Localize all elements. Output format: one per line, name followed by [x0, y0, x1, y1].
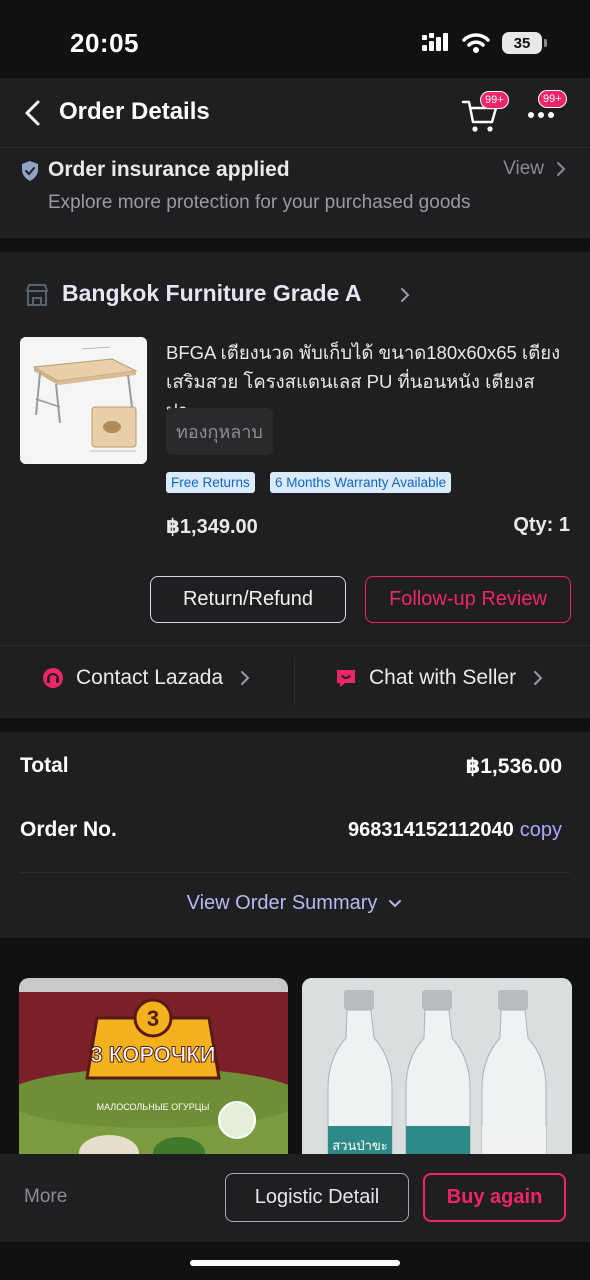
product-qty: Qty: 1: [513, 514, 570, 536]
chat-with-seller-button[interactable]: Chat with Seller: [335, 666, 544, 690]
more-dots-icon: [528, 112, 554, 118]
headset-icon: [43, 668, 63, 688]
app-header: Order Details 99+ 99+: [0, 78, 590, 148]
chevron-right-icon: [557, 162, 566, 176]
store-icon: [26, 284, 48, 306]
recommendation-card[interactable]: 3 3 КОРОЧКИ МАЛОСОЛЬНЫЕ ОГУРЦЫ: [19, 978, 288, 1168]
recommendation-card[interactable]: สวนป่าขะ: [302, 978, 572, 1168]
snack-subtitle-text: МАЛОСОЛЬНЫЕ ОГУРЦЫ: [97, 1102, 210, 1112]
signal-icon: [422, 33, 448, 51]
chevron-right-icon: [241, 671, 250, 685]
shield-icon: [22, 161, 38, 181]
chevron-down-icon: [389, 899, 402, 907]
view-order-summary-label: View Order Summary: [186, 892, 378, 914]
chevron-right-icon: [534, 671, 543, 685]
contact-lazada-button[interactable]: Contact Lazada: [42, 666, 251, 690]
logistic-detail-button[interactable]: Logistic Detail: [225, 1173, 409, 1222]
bottle-label-text: สวนป่าขะ: [332, 1139, 388, 1154]
bottom-action-bar: More Logistic Detail Buy again: [0, 1154, 590, 1242]
copy-button[interactable]: copy: [520, 819, 562, 842]
order-number-label: Order No.: [20, 818, 117, 841]
snack-brand-number: 3: [147, 1006, 159, 1031]
card-divider: [0, 645, 590, 646]
more-badge: 99+: [538, 90, 567, 108]
follow-up-review-button[interactable]: Follow-up Review: [365, 576, 571, 623]
order-number-row: 968314152112040 copy: [348, 819, 562, 842]
order-number-value: 968314152112040: [348, 819, 514, 841]
buy-again-button[interactable]: Buy again: [423, 1173, 566, 1222]
bottles-image: สวนป่าขะ: [302, 978, 572, 1168]
home-indicator: [190, 1260, 400, 1266]
insurance-view-label: View: [503, 158, 544, 179]
totals-divider: [20, 872, 570, 873]
more-link[interactable]: More: [24, 1186, 67, 1208]
snack-brand-text: 3 КОРОЧКИ: [90, 1042, 215, 1067]
more-menu-button[interactable]: 99+: [526, 90, 567, 128]
insurance-title: Order insurance applied: [48, 158, 290, 181]
status-time: 20:05: [70, 28, 139, 58]
contact-lazada-label: Contact Lazada: [76, 666, 224, 689]
total-value: ฿1,536.00: [465, 755, 562, 778]
battery-icon: 35: [502, 32, 547, 54]
chat-with-seller-label: Chat with Seller: [369, 666, 517, 689]
store-name[interactable]: Bangkok Furniture Grade A: [62, 280, 361, 307]
contact-divider: [294, 657, 295, 705]
total-label: Total: [20, 754, 69, 777]
view-order-summary-button[interactable]: View Order Summary: [0, 892, 590, 915]
chevron-right-icon[interactable]: [398, 286, 412, 304]
wifi-icon: [462, 33, 490, 53]
page-title: Order Details: [59, 98, 210, 125]
order-totals: Total ฿1,536.00 Order No. 96831415211204…: [0, 732, 590, 938]
chat-icon: [337, 670, 355, 687]
insurance-banner[interactable]: Order insurance applied Explore more pro…: [0, 148, 590, 238]
insurance-view-link[interactable]: View: [503, 158, 566, 180]
product-variant: ทองกุหลาบ: [166, 408, 273, 455]
snack-package-image: 3 3 КОРОЧКИ МАЛОСОЛЬНЫЕ ОГУРЦЫ: [19, 978, 288, 1168]
warranty-tag: 6 Months Warranty Available: [270, 472, 452, 493]
product-price: ฿1,349.00: [166, 516, 258, 538]
return-refund-button[interactable]: Return/Refund: [150, 576, 346, 623]
back-arrow-icon[interactable]: [18, 96, 50, 130]
insurance-subtitle: Explore more protection for your purchas…: [48, 192, 471, 213]
massage-table-image: [20, 337, 147, 464]
product-image[interactable]: [20, 337, 147, 464]
free-returns-tag: Free Returns: [166, 472, 255, 493]
cart-button[interactable]: 99+: [460, 91, 509, 134]
order-item-card: Bangkok Furniture Grade A BFGA เตียงนวด …: [0, 252, 590, 718]
status-icons: 35: [422, 32, 547, 54]
cart-badge: 99+: [480, 91, 509, 109]
